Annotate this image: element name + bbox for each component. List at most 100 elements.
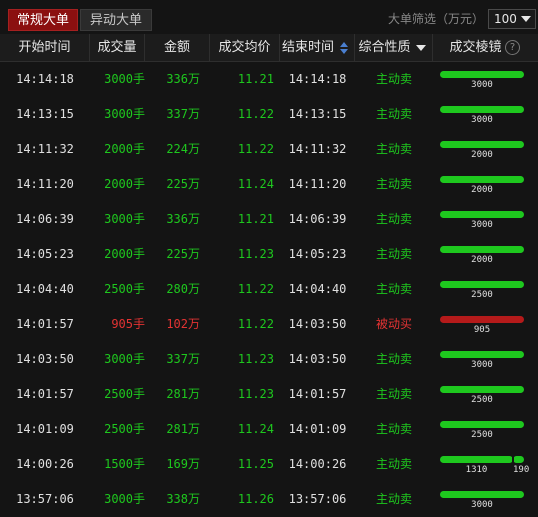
- avg-price-cell: 11.22: [237, 107, 274, 121]
- volume-cell: 2500手: [104, 422, 145, 436]
- avg-price-cell: 11.25: [237, 457, 274, 471]
- prism-bar: 3000: [440, 211, 526, 233]
- nature-cell: 主动卖: [375, 72, 412, 86]
- start-time-cell: 14:14:18: [16, 72, 74, 86]
- chevron-down-icon[interactable]: [416, 45, 426, 51]
- tab-abnormal-large-orders[interactable]: 异动大单: [80, 9, 152, 31]
- prism-bar-segment: [440, 246, 524, 253]
- filter-threshold-select[interactable]: 100: [488, 9, 536, 29]
- nature-cell: 主动卖: [375, 212, 412, 226]
- prism-bar: 3000: [440, 106, 526, 128]
- table-row[interactable]: 14:01:57 2500手 281万 11.23 14:01:57 主动卖 2500: [0, 377, 538, 412]
- chevron-down-icon: [521, 16, 531, 22]
- nature-cell: 主动卖: [375, 247, 412, 261]
- table-row[interactable]: 14:03:50 3000手 337万 11.23 14:03:50 主动卖 3000: [0, 342, 538, 377]
- avg-price-cell: 11.23: [237, 247, 274, 261]
- prism-bar-divider: [512, 456, 514, 463]
- amount-cell: 337万: [166, 107, 200, 121]
- start-time-cell: 14:06:39: [16, 212, 74, 226]
- nature-cell: 主动卖: [375, 387, 412, 401]
- prism-bar-segment: [440, 106, 524, 113]
- prism-bar-segment: [440, 491, 524, 498]
- avg-price-cell: 11.22: [237, 142, 274, 156]
- prism-bar-segment: [440, 316, 524, 323]
- table-row[interactable]: 14:01:09 2500手 281万 11.24 14:01:09 主动卖 2500: [0, 412, 538, 447]
- sort-icon[interactable]: [340, 42, 348, 54]
- prism-bar-label: 3000: [471, 360, 493, 370]
- start-time-cell: 14:13:15: [16, 107, 74, 121]
- table-row[interactable]: 14:11:32 2000手 224万 11.22 14:11:32 主动卖 2000: [0, 132, 538, 167]
- col-prism[interactable]: 成交棱镜: [433, 34, 538, 61]
- volume-cell: 2000手: [104, 142, 145, 156]
- prism-bar-label: 3000: [471, 80, 493, 90]
- nature-cell: 主动卖: [375, 492, 412, 506]
- start-time-cell: 14:11:32: [16, 142, 74, 156]
- start-time-cell: 14:00:26: [16, 457, 74, 471]
- amount-cell: 102万: [166, 317, 200, 331]
- prism-bar: 2000: [440, 176, 526, 198]
- volume-cell: 3000手: [104, 107, 145, 121]
- start-time-cell: 13:57:06: [16, 492, 74, 506]
- avg-price-cell: 11.23: [237, 387, 274, 401]
- prism-bar-segment: [440, 141, 524, 148]
- col-avg-price[interactable]: 成交均价: [210, 34, 280, 61]
- avg-price-cell: 11.21: [237, 212, 274, 226]
- amount-cell: 281万: [166, 422, 200, 436]
- start-time-cell: 14:05:23: [16, 247, 74, 261]
- avg-price-cell: 11.22: [237, 317, 274, 331]
- volume-cell: 3000手: [104, 352, 145, 366]
- table-row[interactable]: 14:14:18 3000手 336万 11.21 14:14:18 主动卖 3000: [0, 62, 538, 97]
- help-icon[interactable]: ?: [505, 40, 520, 55]
- prism-bar-segment: [440, 176, 524, 183]
- prism-bar-label: 3000: [471, 500, 493, 510]
- nature-cell: 主动卖: [375, 282, 412, 296]
- table-row[interactable]: 14:01:57 905手 102万 11.22 14:03:50 被动买 905: [0, 307, 538, 342]
- volume-cell: 1500手: [104, 457, 145, 471]
- filter-value: 100: [494, 12, 517, 26]
- prism-bar: 2000: [440, 141, 526, 163]
- prism-bar: 2500: [440, 421, 526, 443]
- table-row[interactable]: 13:57:06 3000手 338万 11.26 13:57:06 主动卖 3000: [0, 482, 538, 517]
- end-time-cell: 14:11:32: [288, 142, 347, 156]
- amount-cell: 280万: [166, 282, 200, 296]
- amount-cell: 337万: [166, 352, 200, 366]
- table-row[interactable]: 14:11:20 2000手 225万 11.24 14:11:20 主动卖 2000: [0, 167, 538, 202]
- end-time-cell: 14:00:26: [288, 457, 347, 471]
- prism-bar-label: 190: [513, 465, 530, 475]
- amount-cell: 336万: [166, 212, 200, 226]
- col-start-time[interactable]: 开始时间: [0, 34, 90, 61]
- prism-bar-segment: [440, 71, 524, 78]
- start-time-cell: 14:11:20: [16, 177, 74, 191]
- prism-bar: 3000: [440, 71, 526, 93]
- table-row[interactable]: 14:00:26 1500手 169万 11.25 14:00:26 主动卖 1310 190: [0, 447, 538, 482]
- prism-bar-segment: [440, 456, 513, 463]
- prism-bar: 3000: [440, 351, 526, 373]
- end-time-cell: 14:03:50: [288, 352, 347, 366]
- end-time-cell: 14:14:18: [288, 72, 347, 86]
- amount-cell: 338万: [166, 492, 200, 506]
- col-volume[interactable]: 成交量: [90, 34, 145, 61]
- tab-regular-large-orders[interactable]: 常规大单: [8, 9, 78, 31]
- prism-bar-label: 3000: [471, 115, 493, 125]
- end-time-cell: 14:01:57: [288, 387, 347, 401]
- avg-price-cell: 11.24: [237, 177, 274, 191]
- prism-bar: 2500: [440, 281, 526, 303]
- prism-bar-label: 2500: [471, 395, 493, 405]
- start-time-cell: 14:01:57: [16, 387, 74, 401]
- table-row[interactable]: 14:13:15 3000手 337万 11.22 14:13:15 主动卖 3000: [0, 97, 538, 132]
- table-row[interactable]: 14:04:40 2500手 280万 11.22 14:04:40 主动卖 2500: [0, 272, 538, 307]
- prism-bar-segment: [513, 456, 524, 463]
- nature-cell: 主动卖: [375, 422, 412, 436]
- filter-label: 大单筛选（万元）: [388, 12, 485, 26]
- col-amount[interactable]: 金额: [145, 34, 210, 61]
- nature-cell: 主动卖: [375, 107, 412, 121]
- start-time-cell: 14:03:50: [16, 352, 74, 366]
- amount-cell: 169万: [166, 457, 200, 471]
- amount-cell: 336万: [166, 72, 200, 86]
- top-bar: 常规大单 异动大单 大单筛选（万元） 100: [0, 0, 538, 34]
- table-row[interactable]: 14:06:39 3000手 336万 11.21 14:06:39 主动卖 3000: [0, 202, 538, 237]
- amount-cell: 225万: [166, 247, 200, 261]
- end-time-cell: 13:57:06: [288, 492, 347, 506]
- volume-cell: 2000手: [104, 177, 145, 191]
- table-row[interactable]: 14:05:23 2000手 225万 11.23 14:05:23 主动卖 2000: [0, 237, 538, 272]
